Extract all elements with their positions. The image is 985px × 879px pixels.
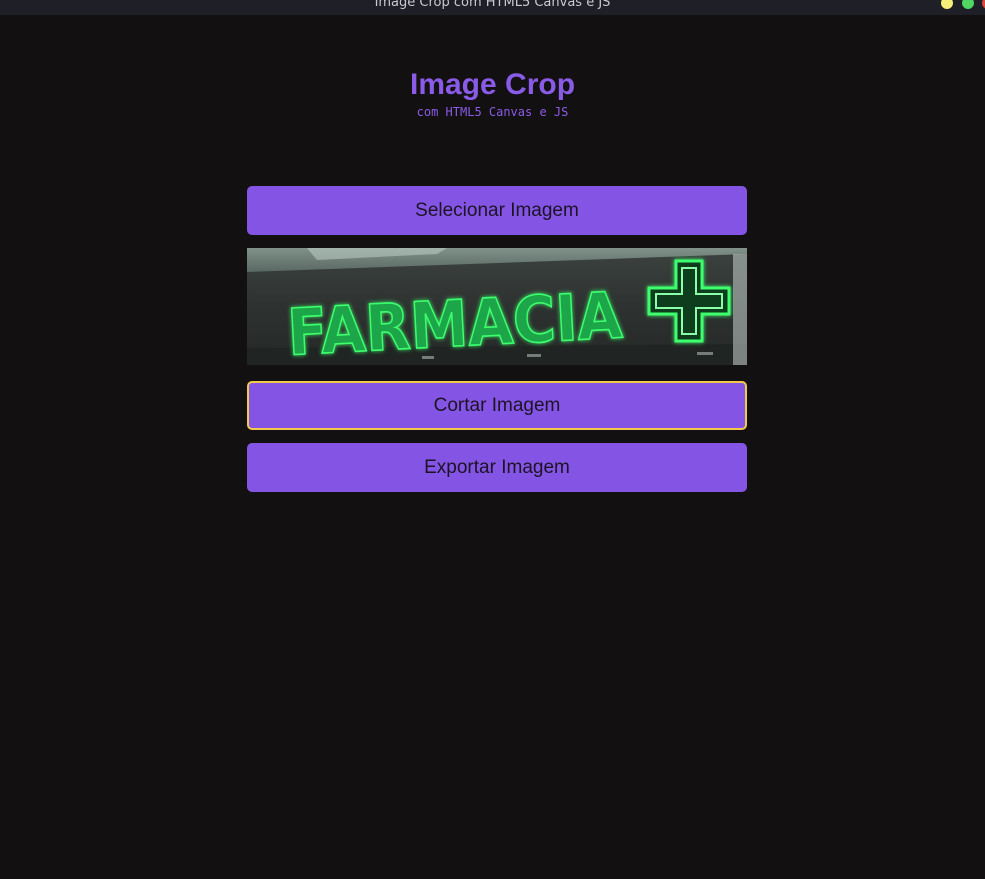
export-image-button[interactable]: Exportar Imagem <box>247 443 747 492</box>
pharmacy-sign-image: FARMACIA <box>247 248 747 365</box>
window-titlebar: Image Crop com HTML5 Canvas e JS <box>0 0 985 15</box>
crop-image-button[interactable]: Cortar Imagem <box>247 381 747 430</box>
page-title: Image Crop <box>409 68 576 101</box>
page-subtitle: com HTML5 Canvas e JS <box>416 105 569 119</box>
select-image-button[interactable]: Selecionar Imagem <box>247 186 747 235</box>
image-preview: FARMACIA <box>247 248 747 365</box>
page-header: Image Crop com HTML5 Canvas e JS <box>0 68 985 119</box>
window-title: Image Crop com HTML5 Canvas e JS <box>374 0 611 10</box>
